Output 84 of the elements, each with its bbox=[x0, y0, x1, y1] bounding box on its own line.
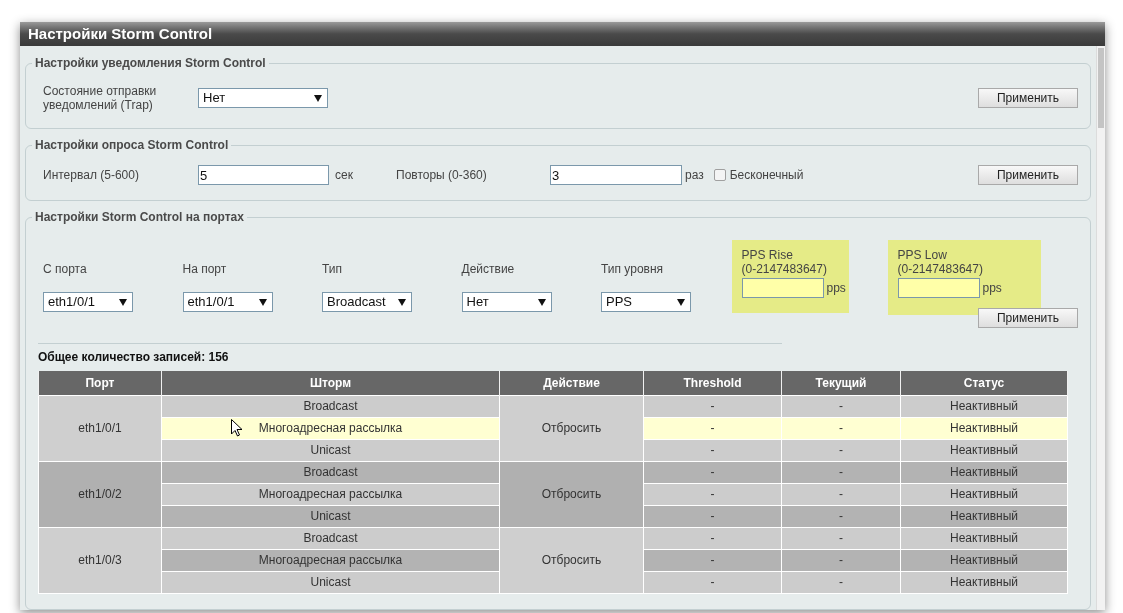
field-label: PPS Rise bbox=[741, 248, 794, 262]
field-label: Интервал (5-600) bbox=[43, 167, 140, 184]
table-cell: - bbox=[643, 483, 782, 505]
field-label: PPS Low bbox=[897, 248, 948, 262]
window-title: Настройки Storm Control bbox=[28, 23, 213, 44]
column-header: Порт bbox=[38, 371, 162, 395]
column-header: Действие bbox=[499, 371, 644, 395]
input-field[interactable] bbox=[741, 278, 824, 298]
table-cell: - bbox=[643, 395, 782, 417]
record-count: Общее количество записей: 156 bbox=[38, 349, 230, 366]
table-cell: Broadcast bbox=[161, 395, 500, 417]
field-label: Повторы (0-360) bbox=[396, 167, 488, 184]
dropdown[interactable]: Broadcast bbox=[322, 292, 412, 312]
apply-button[interactable]: Применить bbox=[978, 308, 1078, 328]
field-label: На порт bbox=[182, 261, 228, 278]
table-cell: Unicast bbox=[161, 571, 500, 593]
table-cell: Отбросить bbox=[499, 395, 644, 461]
field-label: Бесконечный bbox=[729, 167, 804, 184]
table-cell: Неактивный bbox=[900, 549, 1068, 571]
section-title: Настройки Storm Control на портах bbox=[34, 209, 245, 226]
table-cell: Неактивный bbox=[900, 395, 1068, 417]
apply-button[interactable]: Применить bbox=[978, 88, 1078, 108]
table-cell: - bbox=[643, 549, 782, 571]
table-cell: Неактивный bbox=[900, 483, 1068, 505]
field-label: раз bbox=[685, 167, 704, 184]
checkbox[interactable] bbox=[713, 169, 726, 181]
table-cell: Неактивный bbox=[900, 527, 1068, 549]
column-header: Текущий bbox=[781, 371, 901, 395]
table-cell: - bbox=[643, 527, 782, 549]
scrollbar[interactable] bbox=[1096, 46, 1105, 610]
input-field[interactable]: 5 bbox=[198, 165, 329, 185]
dropdown[interactable]: eth1/0/1 bbox=[182, 292, 273, 312]
table-cell: Unicast bbox=[161, 439, 500, 461]
field-label: сек bbox=[335, 167, 354, 184]
table-cell: eth1/0/1 bbox=[38, 395, 162, 461]
field-label: Тип уровня bbox=[601, 261, 665, 278]
field-label: pps bbox=[826, 280, 846, 297]
dropdown-arrow-icon bbox=[314, 94, 322, 102]
table-cell: Неактивный bbox=[900, 461, 1068, 483]
input-field[interactable]: 3 bbox=[550, 165, 682, 185]
apply-button[interactable]: Применить bbox=[978, 165, 1078, 185]
scrollbar-thumb[interactable] bbox=[1098, 48, 1104, 128]
table-cell: Broadcast bbox=[161, 461, 500, 483]
table-cell: Неактивный bbox=[900, 505, 1068, 527]
field-label: С порта bbox=[43, 261, 88, 278]
table-cell: - bbox=[643, 571, 782, 593]
table-cell: Отбросить bbox=[499, 527, 644, 593]
field-label: pps bbox=[982, 280, 1002, 297]
section-title: Настройки опроса Storm Control bbox=[34, 137, 230, 154]
input-field[interactable] bbox=[897, 278, 980, 298]
dropdown-arrow-icon bbox=[677, 298, 685, 306]
field-label: Состояние отправки уведомлений (Trap) bbox=[43, 84, 158, 112]
table-cell: Неактивный bbox=[900, 571, 1068, 593]
table-cell: - bbox=[781, 395, 901, 417]
field-label: (0-2147483647) bbox=[741, 262, 828, 276]
dropdown-arrow-icon bbox=[398, 298, 406, 306]
table-cell: Неактивный bbox=[900, 417, 1068, 439]
field-label: (0-2147483647) bbox=[897, 262, 984, 276]
column-header: Threshold bbox=[643, 371, 782, 395]
table-cell: eth1/0/3 bbox=[38, 527, 162, 593]
table-cell: Неактивный bbox=[900, 439, 1068, 461]
column-header: Шторм bbox=[161, 371, 500, 395]
field-label: Тип bbox=[322, 261, 343, 278]
table-cell: Broadcast bbox=[161, 527, 500, 549]
table-cell: Unicast bbox=[161, 505, 500, 527]
table-cell: - bbox=[643, 505, 782, 527]
table-cell: - bbox=[643, 461, 782, 483]
dropdown-arrow-icon bbox=[119, 298, 127, 306]
table-cell: Отбросить bbox=[499, 461, 644, 527]
dropdown[interactable]: eth1/0/1 bbox=[43, 292, 133, 312]
table-cell: Многоадресная рассылка bbox=[161, 483, 500, 505]
mouse-cursor-icon bbox=[231, 419, 243, 437]
dropdown-arrow-icon bbox=[258, 298, 267, 306]
dropdown[interactable]: Нет bbox=[198, 88, 328, 108]
section-title: Настройки уведомления Storm Control bbox=[34, 55, 267, 72]
column-header: Статус bbox=[900, 371, 1068, 395]
table-cell: - bbox=[643, 439, 782, 461]
dropdown[interactable]: Нет bbox=[461, 292, 552, 312]
dropdown-arrow-icon bbox=[537, 298, 546, 306]
table-cell: - bbox=[643, 417, 782, 439]
table-cell: Многоадресная рассылка bbox=[161, 549, 500, 571]
dropdown[interactable]: PPS bbox=[601, 292, 691, 312]
table-cell: eth1/0/2 bbox=[38, 461, 162, 527]
field-label: Действие bbox=[461, 261, 516, 278]
